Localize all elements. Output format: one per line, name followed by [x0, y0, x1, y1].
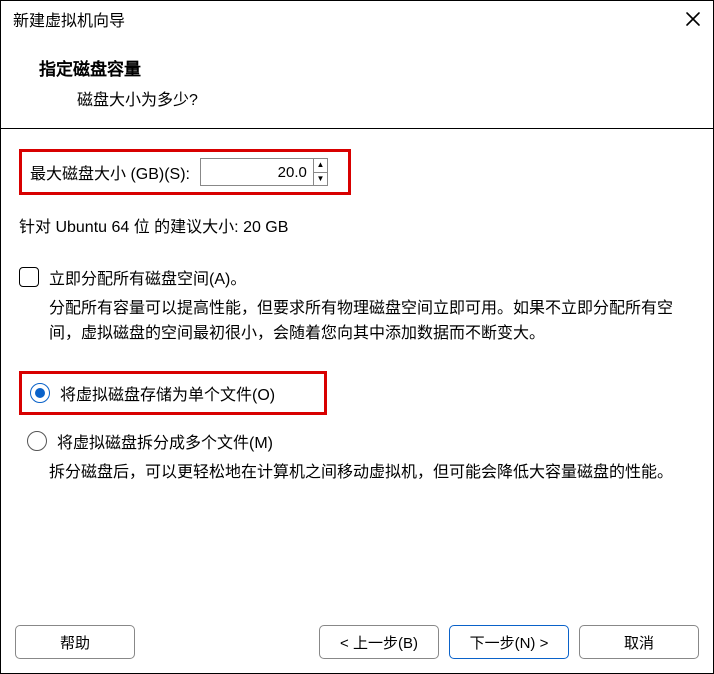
store-split-row[interactable]: 将虚拟磁盘拆分成多个文件(M)	[19, 429, 695, 453]
store-single-row[interactable]: 将虚拟磁盘存储为单个文件(O)	[19, 371, 327, 415]
page-subtitle: 磁盘大小为多少?	[77, 86, 703, 110]
disk-size-label: 最大磁盘大小 (GB)(S):	[30, 160, 190, 184]
wizard-header: 指定磁盘容量 磁盘大小为多少?	[1, 39, 713, 128]
spinner-down-icon[interactable]: ▼	[314, 173, 327, 186]
allocate-group: 立即分配所有磁盘空间(A)。 分配所有容量可以提高性能，但要求所有物理磁盘空间立…	[19, 265, 695, 347]
footer: 帮助 < 上一步(B) 下一步(N) > 取消	[1, 615, 713, 673]
store-split-label[interactable]: 将虚拟磁盘拆分成多个文件(M)	[57, 429, 273, 453]
disk-recommendation: 针对 Ubuntu 64 位 的建议大小: 20 GB	[19, 213, 695, 237]
store-split-radio[interactable]	[27, 431, 47, 451]
close-icon[interactable]	[683, 9, 703, 29]
disk-size-input[interactable]	[201, 159, 313, 185]
allocate-now-row[interactable]: 立即分配所有磁盘空间(A)。	[19, 265, 695, 289]
spinner-buttons: ▲ ▼	[313, 159, 327, 185]
page-title: 指定磁盘容量	[39, 55, 703, 80]
content-area: 最大磁盘大小 (GB)(S): ▲ ▼ 针对 Ubuntu 64 位 的建议大小…	[1, 129, 713, 615]
spinner-up-icon[interactable]: ▲	[314, 159, 327, 173]
disk-size-row: 最大磁盘大小 (GB)(S): ▲ ▼	[19, 149, 351, 195]
store-split-description: 拆分磁盘后，可以更轻松地在计算机之间移动虚拟机，但可能会降低大容量磁盘的性能。	[49, 461, 695, 486]
store-single-radio[interactable]	[30, 383, 50, 403]
back-button[interactable]: < 上一步(B)	[319, 625, 439, 659]
disk-size-spinner[interactable]: ▲ ▼	[200, 158, 328, 186]
help-button[interactable]: 帮助	[15, 625, 135, 659]
store-group: 将虚拟磁盘存储为单个文件(O) 将虚拟磁盘拆分成多个文件(M) 拆分磁盘后，可以…	[19, 371, 695, 486]
allocate-now-checkbox[interactable]	[19, 267, 39, 287]
window-title: 新建虚拟机向导	[13, 7, 683, 31]
allocate-now-label[interactable]: 立即分配所有磁盘空间(A)。	[49, 265, 246, 289]
wizard-dialog: 新建虚拟机向导 指定磁盘容量 磁盘大小为多少? 最大磁盘大小 (GB)(S): …	[0, 0, 714, 674]
next-button[interactable]: 下一步(N) >	[449, 625, 569, 659]
cancel-button[interactable]: 取消	[579, 625, 699, 659]
titlebar: 新建虚拟机向导	[1, 1, 713, 39]
allocate-description: 分配所有容量可以提高性能，但要求所有物理磁盘空间立即可用。如果不立即分配所有空间…	[49, 297, 695, 347]
store-single-label[interactable]: 将虚拟磁盘存储为单个文件(O)	[60, 381, 275, 405]
